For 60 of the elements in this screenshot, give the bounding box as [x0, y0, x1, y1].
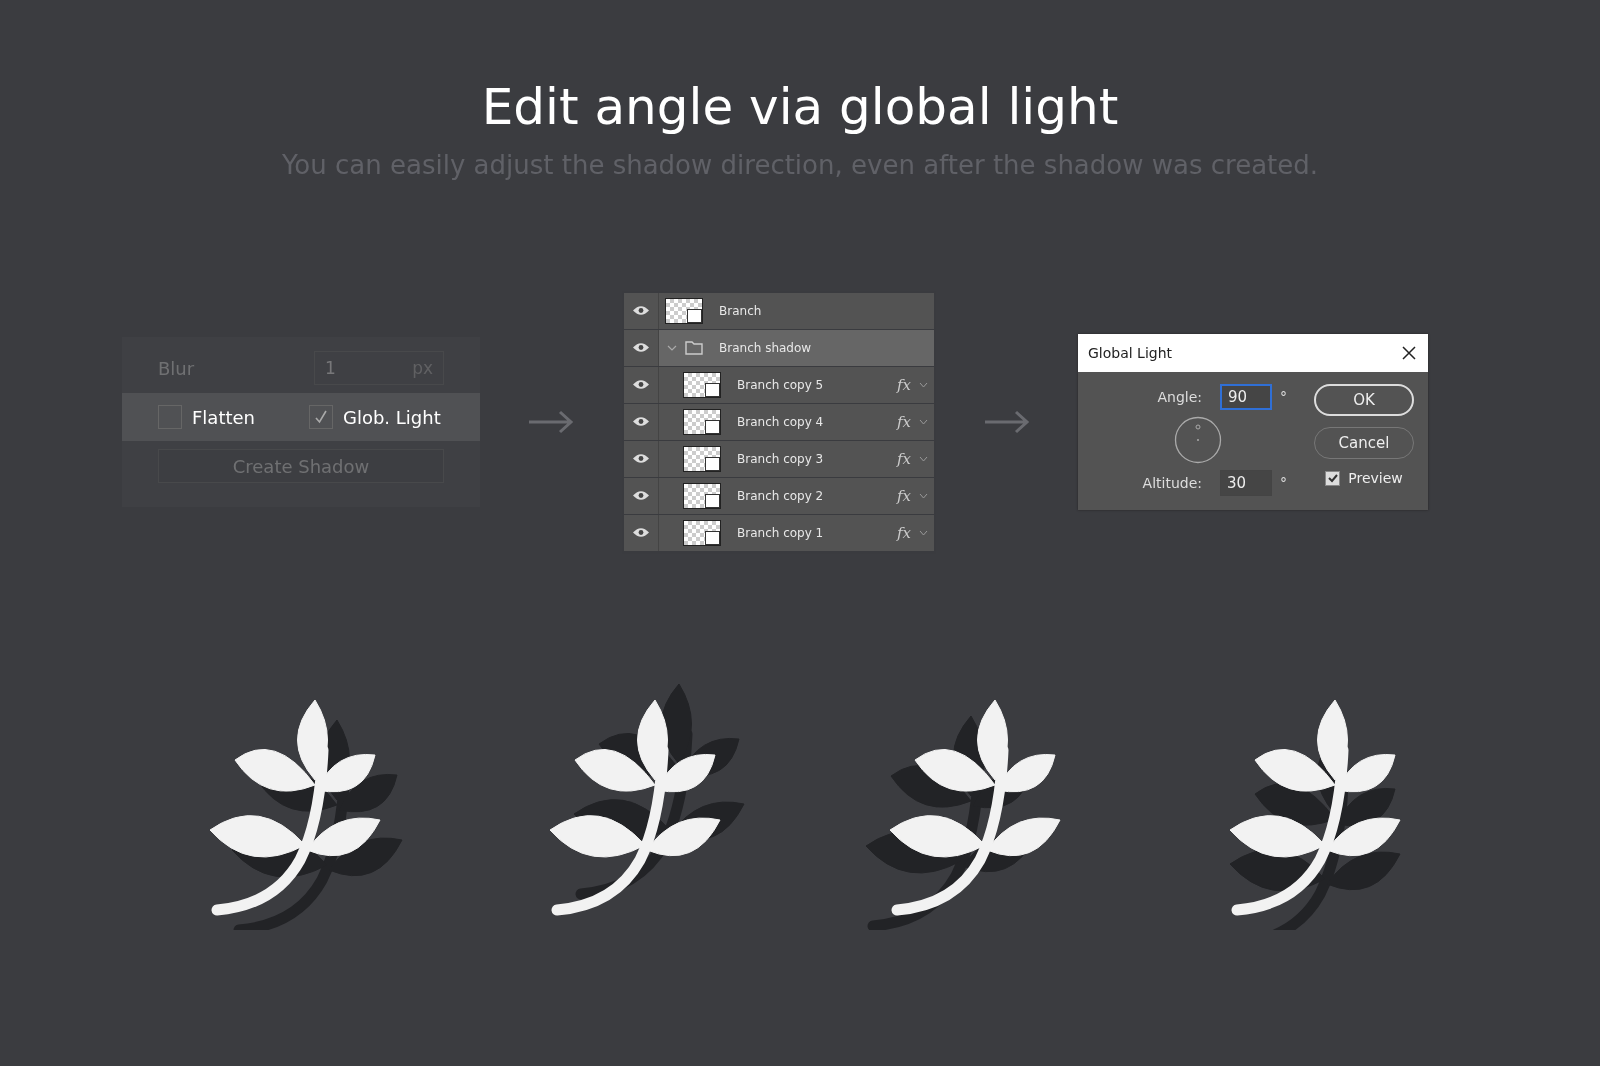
- caret-icon[interactable]: [919, 455, 928, 462]
- angle-dial[interactable]: [1174, 416, 1222, 464]
- layer-row[interactable]: Branch shadow: [624, 329, 934, 367]
- layer-thumbnail: [683, 519, 721, 546]
- eye-icon[interactable]: [632, 416, 650, 427]
- ok-button[interactable]: OK: [1314, 384, 1414, 416]
- caret-icon[interactable]: [919, 418, 928, 425]
- preview-label: Preview: [1348, 470, 1403, 486]
- effects-label: fx: [897, 375, 911, 394]
- layer-thumbnail: [683, 482, 721, 509]
- arrow-icon: [528, 410, 574, 434]
- layer-row[interactable]: Branch copy 3 fx: [624, 440, 934, 478]
- caret-icon[interactable]: [919, 492, 928, 499]
- layer-row[interactable]: Branch copy 2 fx: [624, 477, 934, 515]
- layer-name: Branch copy 5: [737, 377, 825, 392]
- layer-thumbnail: [683, 371, 721, 398]
- close-icon[interactable]: [1402, 346, 1416, 360]
- chevron-icon[interactable]: [667, 343, 677, 352]
- angle-label: Angle:: [1156, 389, 1203, 405]
- degree-unit: °: [1280, 475, 1287, 491]
- page-title: Edit angle via global light: [480, 78, 1120, 136]
- effects-label: fx: [897, 486, 911, 505]
- angle-field[interactable]: 90: [1220, 384, 1272, 410]
- layer-row[interactable]: Branch copy 1 fx: [624, 514, 934, 552]
- layer-row[interactable]: Branch copy 4 fx: [624, 403, 934, 441]
- eye-icon[interactable]: [632, 379, 650, 390]
- arrow-icon: [984, 410, 1030, 434]
- caret-icon[interactable]: [919, 529, 928, 536]
- degree-unit: °: [1280, 389, 1287, 405]
- layer-row[interactable]: Branch copy 5 fx: [624, 366, 934, 404]
- layer-thumbnail: [683, 408, 721, 435]
- layer-name: Branch copy 1: [737, 525, 825, 540]
- altitude-label: Altitude:: [1141, 475, 1203, 491]
- folder-icon: [685, 340, 703, 355]
- eye-icon[interactable]: [632, 490, 650, 501]
- layer-thumbnail: [665, 297, 703, 324]
- checkbox-label: Flatten: [192, 406, 255, 428]
- check-icon: [313, 409, 329, 425]
- check-icon: [1326, 472, 1339, 484]
- layer-thumbnail: [683, 445, 721, 472]
- checkbox-label: Glob. Light: [343, 406, 441, 428]
- preview-checkbox[interactable]: [1325, 470, 1341, 486]
- effects-label: fx: [897, 523, 911, 542]
- layer-name: Branch copy 3: [737, 451, 825, 466]
- dialog-title: Global Light: [1088, 345, 1173, 361]
- layer-name: Branch copy 2: [737, 488, 825, 503]
- cancel-button[interactable]: Cancel: [1314, 427, 1414, 459]
- effects-label: fx: [897, 412, 911, 431]
- layer-name: Branch: [719, 303, 763, 318]
- layer-row[interactable]: Branch: [624, 292, 934, 330]
- eye-icon[interactable]: [632, 342, 650, 353]
- eye-icon[interactable]: [632, 527, 650, 538]
- eye-icon[interactable]: [632, 453, 650, 464]
- eye-icon[interactable]: [632, 305, 650, 316]
- altitude-field[interactable]: 30: [1220, 470, 1272, 496]
- layer-name: Branch shadow: [719, 340, 813, 355]
- caret-icon[interactable]: [919, 381, 928, 388]
- layer-name: Branch copy 4: [737, 414, 825, 429]
- effects-label: fx: [897, 449, 911, 468]
- checkbox[interactable]: [309, 405, 333, 429]
